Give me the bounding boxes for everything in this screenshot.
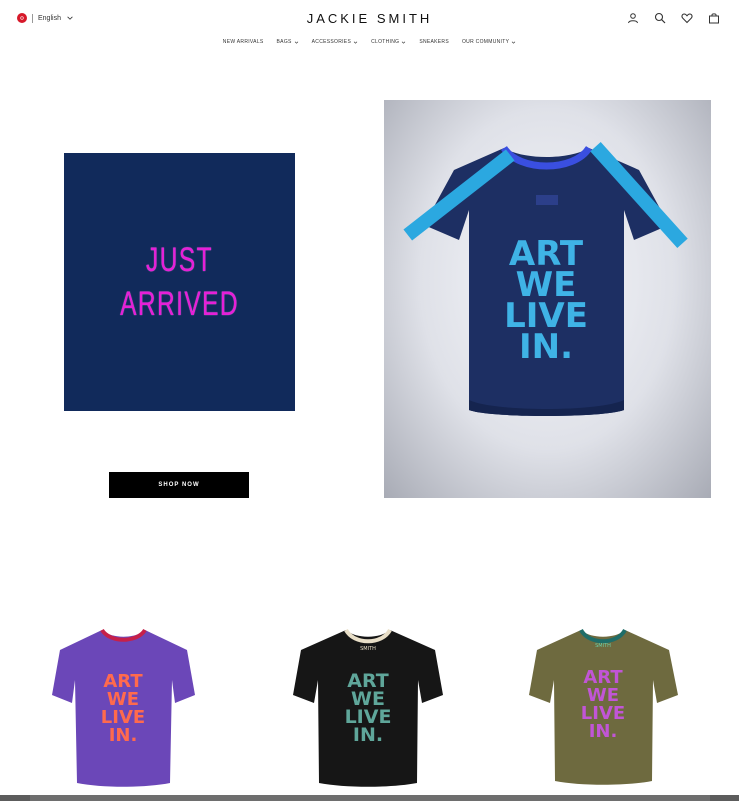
shirt-print-line: IN. bbox=[519, 327, 573, 367]
chevron-down-icon bbox=[353, 41, 358, 44]
chevron-down-icon bbox=[294, 41, 298, 44]
account-icon[interactable] bbox=[626, 11, 640, 25]
product-image: ART WE LIVE IN. bbox=[52, 628, 195, 787]
chevron-down-icon bbox=[511, 41, 516, 44]
scrollbar-thumb[interactable] bbox=[30, 795, 710, 801]
hero-shirt-illustration: ART WE LIVE IN. bbox=[403, 142, 688, 416]
chevron-down-icon bbox=[402, 41, 406, 44]
nav-item-new-arrivals[interactable]: NEW ARRIVALS bbox=[223, 39, 264, 45]
promo-line-2: ARRIVED bbox=[120, 285, 239, 323]
bag-icon[interactable] bbox=[707, 11, 721, 25]
just-arrived-banner[interactable]: JUST ARRIVED bbox=[64, 153, 295, 411]
product-image: SMITH ART WE LIVE IN. bbox=[293, 628, 443, 787]
shop-now-button[interactable]: SHOP NOW bbox=[109, 472, 249, 498]
heart-icon[interactable] bbox=[680, 11, 694, 25]
collar-label: SMITH bbox=[360, 646, 376, 652]
nav-item-clothing[interactable]: CLOTHING bbox=[371, 39, 406, 45]
shirt-print-line: IN. bbox=[109, 725, 138, 746]
site-header: English JACKIE SMITH NEW ARRIVALS BAGS A… bbox=[0, 0, 739, 50]
product-image: SMITH ART WE LIVE IN. bbox=[529, 628, 678, 785]
hero-product-image[interactable]: ART WE LIVE IN. bbox=[384, 100, 711, 498]
collar-label: SMITH bbox=[595, 643, 611, 649]
main-navigation: NEW ARRIVALS BAGS ACCESSORIES CLOTHING S… bbox=[0, 39, 739, 45]
product-card[interactable]: ART WE LIVE IN. bbox=[50, 625, 197, 787]
product-card[interactable]: SMITH ART WE LIVE IN. bbox=[291, 625, 445, 787]
nav-item-sneakers[interactable]: SNEAKERS bbox=[419, 39, 449, 45]
search-icon[interactable] bbox=[653, 11, 667, 25]
nav-item-bags[interactable]: BAGS bbox=[277, 39, 299, 45]
horizontal-scrollbar[interactable] bbox=[0, 795, 739, 801]
header-icons bbox=[626, 11, 721, 25]
shirt-print-line: IN. bbox=[353, 724, 383, 746]
promo-line-1: JUST bbox=[146, 241, 213, 279]
product-card[interactable]: SMITH ART WE LIVE IN. bbox=[527, 625, 680, 787]
shirt-print-line: IN. bbox=[589, 721, 618, 742]
nav-item-our-community[interactable]: OUR COMMUNITY bbox=[462, 39, 516, 45]
nav-item-accessories[interactable]: ACCESSORIES bbox=[312, 39, 358, 45]
